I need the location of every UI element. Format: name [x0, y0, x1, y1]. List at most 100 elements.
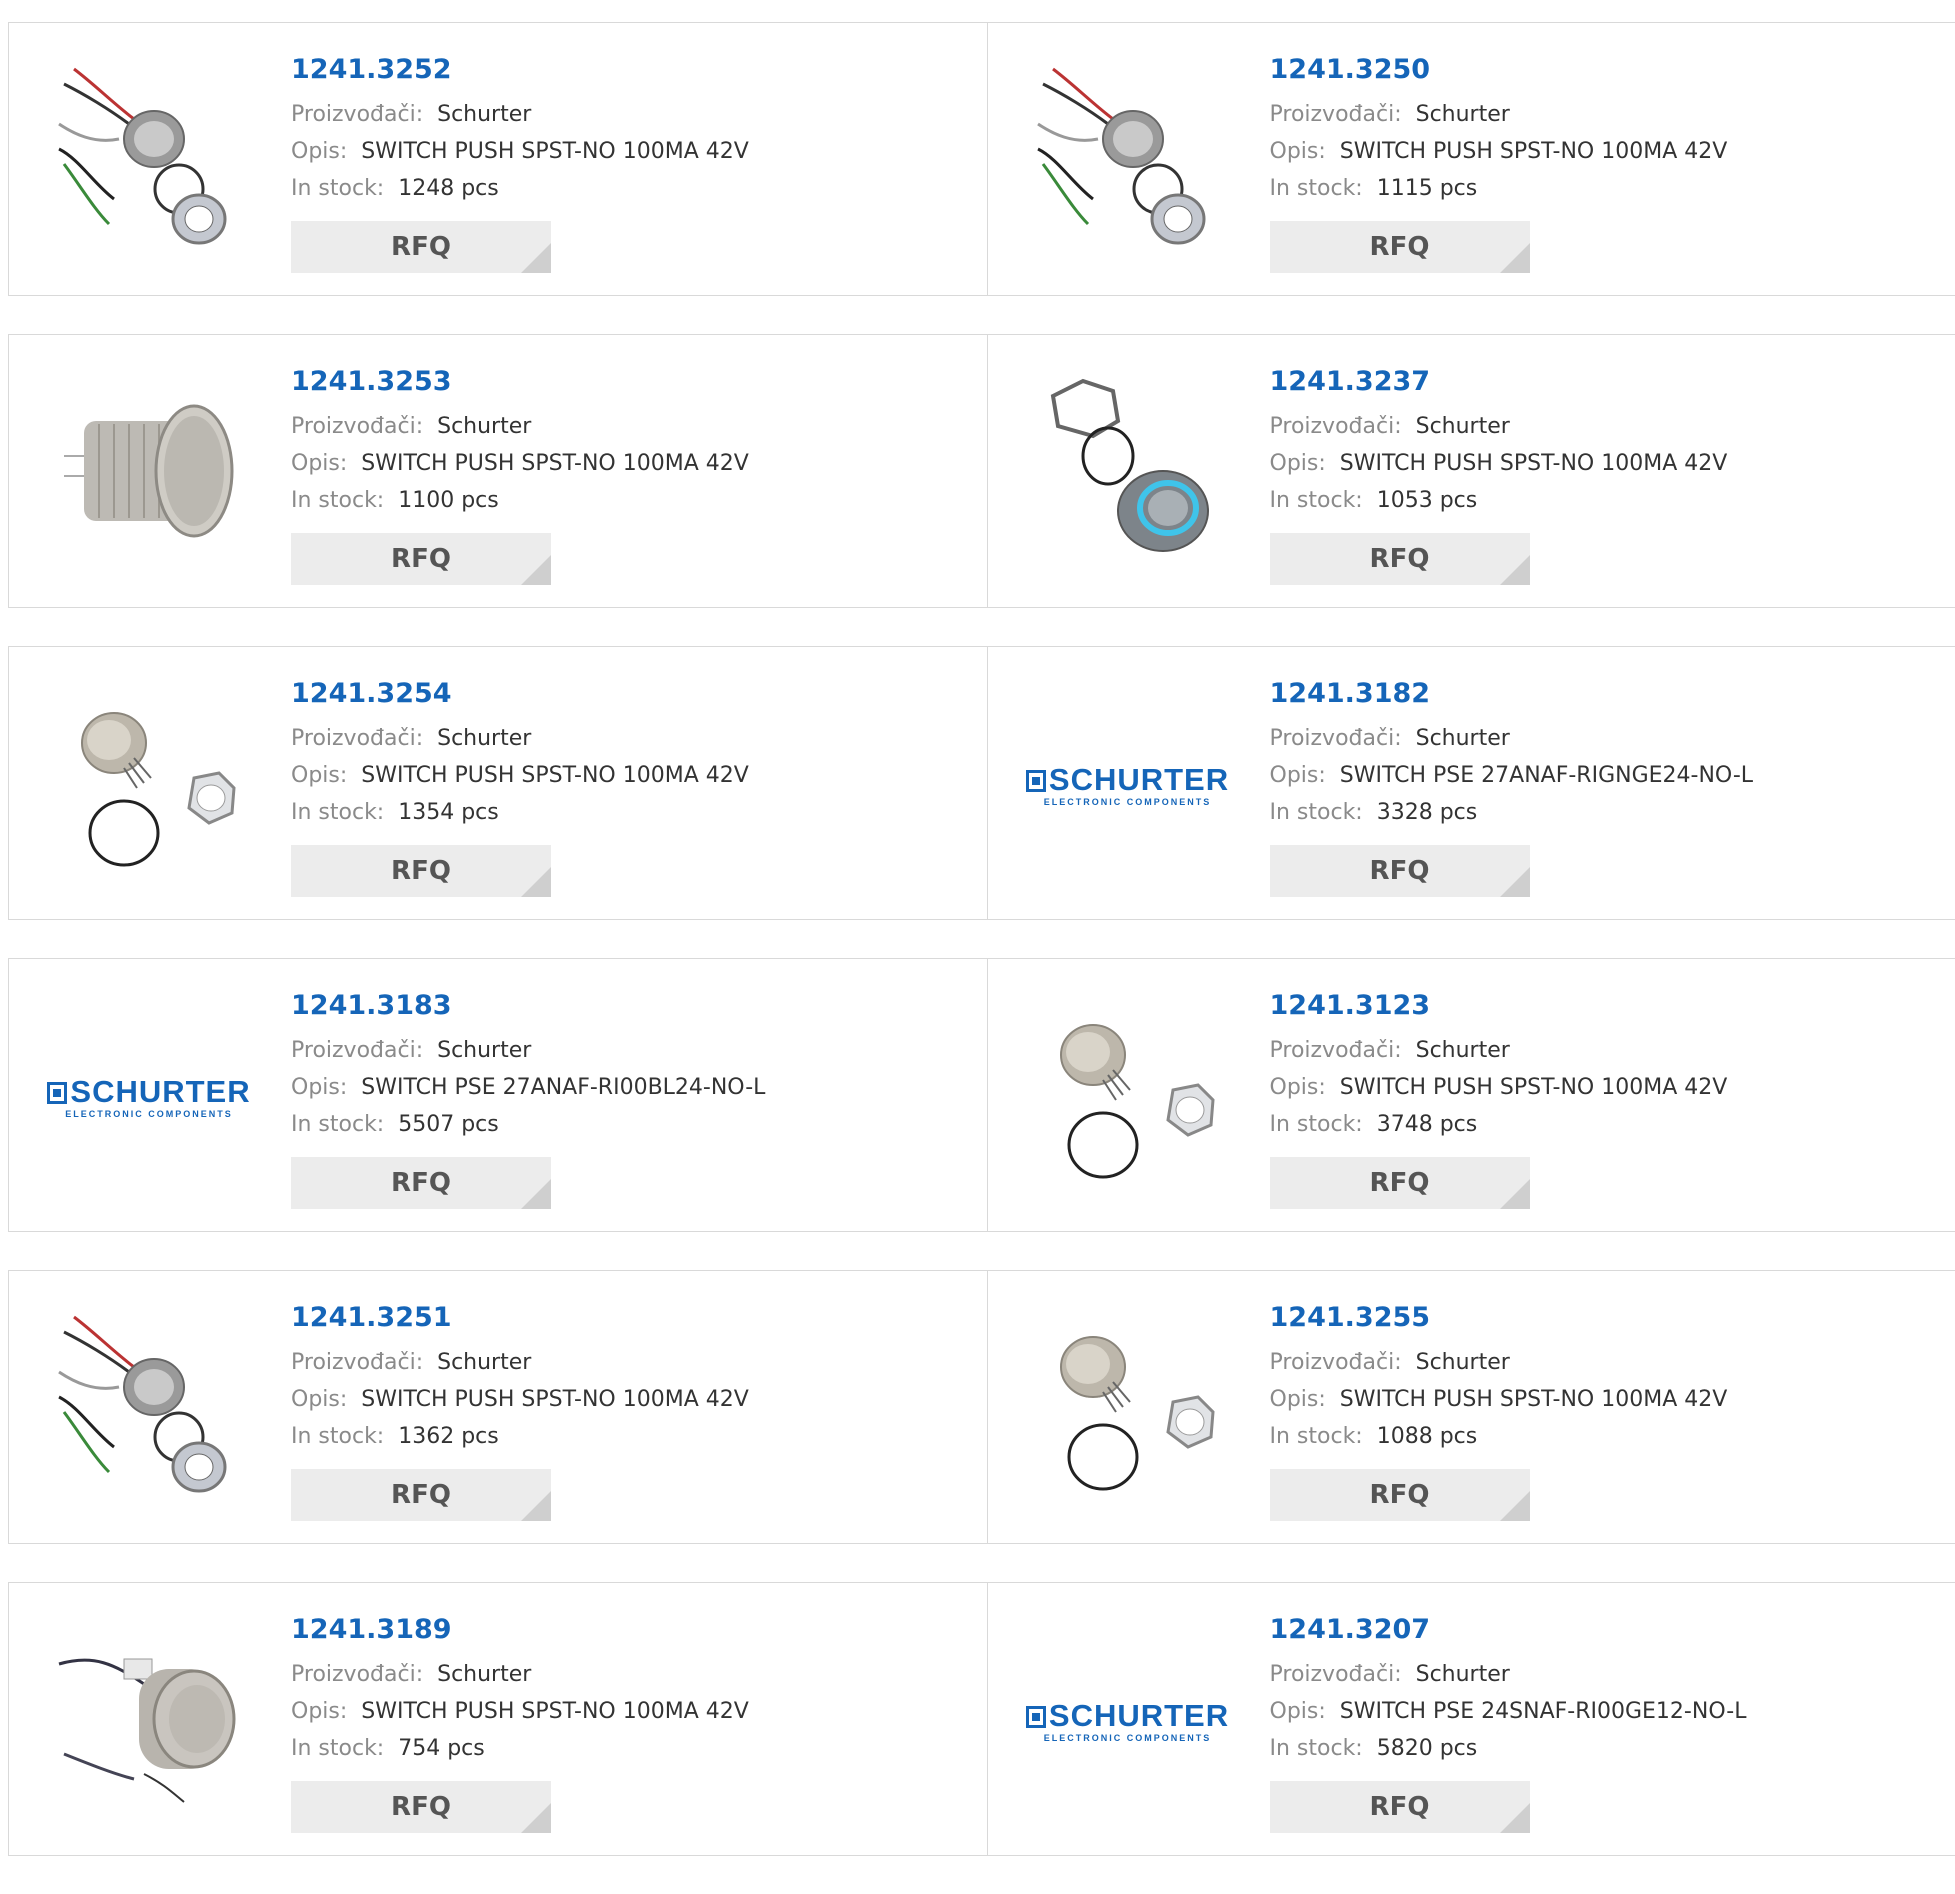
description-value: SWITCH PUSH SPST-NO 100MA 42V: [361, 763, 749, 788]
product-image[interactable]: [1028, 1309, 1228, 1509]
description-value: SWITCH PUSH SPST-NO 100MA 42V: [361, 139, 749, 164]
description-row: Opis:SWITCH PUSH SPST-NO 100MA 42V: [291, 445, 749, 482]
description-label: Opis:: [1270, 1699, 1326, 1724]
corner-triangle-icon: [521, 1179, 551, 1209]
manufacturer-value: Schurter: [437, 1350, 531, 1375]
product-image[interactable]: [1028, 61, 1228, 261]
product-image[interactable]: [49, 685, 249, 885]
rfq-button[interactable]: RFQ: [291, 533, 551, 585]
stock-label: In stock:: [1270, 1736, 1363, 1761]
stock-row: In stock:1354 pcs: [291, 794, 749, 831]
stock-label: In stock:: [291, 176, 384, 201]
product-grid: 1241.3252 Proizvođači:Schurter Opis:SWIT…: [8, 22, 1955, 1894]
part-number-link[interactable]: 1241.3182: [1270, 675, 1754, 713]
rfq-button[interactable]: RFQ: [1270, 1469, 1530, 1521]
rfq-label: RFQ: [1370, 856, 1430, 886]
product-card: 1241.3254 Proizvođači:Schurter Opis:SWIT…: [9, 647, 987, 919]
stock-value: 1115 pcs: [1377, 176, 1478, 201]
product-info: 1241.3255 Proizvođači:Schurter Opis:SWIT…: [1270, 1299, 1728, 1521]
description-label: Opis:: [1270, 139, 1326, 164]
rfq-button[interactable]: RFQ: [291, 221, 551, 273]
product-card: 1241.3252 Proizvođači: Schurter Opis: SWIT…: [9, 23, 987, 295]
product-row: 1241.3189 Proizvođači: Schurter Opis: SWIT…: [8, 1582, 1955, 1856]
corner-triangle-icon: [1500, 867, 1530, 897]
product-card: 1241.3251 Proizvođači:Schurter Opis:SWIT…: [9, 1271, 987, 1543]
rfq-button[interactable]: RFQ: [291, 1781, 551, 1833]
stock-value: 1053 pcs: [1377, 488, 1478, 513]
manufacturer-value: Schurter: [437, 102, 531, 127]
description-row: Opis:SWITCH PSE 27ANAF-RIGNGE24-NO-L: [1270, 757, 1754, 794]
rfq-button[interactable]: RFQ: [1270, 1781, 1530, 1833]
rfq-button[interactable]: RFQ: [291, 845, 551, 897]
part-number-link[interactable]: 1241.3251: [291, 1299, 749, 1337]
part-number-link[interactable]: 1241.3123: [1270, 987, 1728, 1025]
wired-switch-icon: [54, 64, 244, 258]
description-value: SWITCH PSE 27ANAF-RI00BL24-NO-L: [361, 1075, 765, 1100]
product-image[interactable]: SCHURTER ELECTRONIC COMPONENTS: [1028, 685, 1228, 885]
product-card: 1241.3255 Proizvođači:Schurter Opis:SWIT…: [987, 1271, 1955, 1543]
schurter-s-icon: [1026, 1706, 1046, 1728]
manufacturer-value: Schurter: [437, 1038, 531, 1063]
product-info: 1241.3253 Proizvođači:Schurter Opis:SWIT…: [291, 363, 749, 585]
description-value: SWITCH PUSH SPST-NO 100MA 42V: [361, 1387, 749, 1412]
manufacturer-label: Proizvođači:: [291, 102, 423, 127]
manufacturer-value: Schurter: [1416, 102, 1510, 127]
manufacturer-value: Schurter: [1416, 1662, 1510, 1687]
description-label: Opis:: [291, 1387, 347, 1412]
rfq-button[interactable]: RFQ: [291, 1157, 551, 1209]
stock-row: In stock:754 pcs: [291, 1730, 749, 1767]
stock-value: 1088 pcs: [1377, 1424, 1478, 1449]
description-label: Opis:: [1270, 1387, 1326, 1412]
rfq-button[interactable]: RFQ: [1270, 1157, 1530, 1209]
stock-label: In stock:: [1270, 1112, 1363, 1137]
schurter-s-icon: [47, 1082, 67, 1104]
product-card: SCHURTER ELECTRONIC COMPONENTS 1241.3207…: [987, 1583, 1955, 1855]
product-image[interactable]: [1028, 997, 1228, 1197]
description-value: SWITCH PUSH SPST-NO 100MA 42V: [1340, 451, 1728, 476]
description-row: Opis:SWITCH PUSH SPST-NO 100MA 42V: [1270, 1381, 1728, 1418]
rfq-button[interactable]: RFQ: [1270, 221, 1530, 273]
product-info: 1241.3250 Proizvođači:Schurter Opis:SWIT…: [1270, 51, 1728, 273]
description-label: Opis:: [291, 139, 347, 164]
product-image[interactable]: SCHURTER ELECTRONIC COMPONENTS: [49, 997, 249, 1197]
stock-value: 3328 pcs: [1377, 800, 1478, 825]
part-number-link[interactable]: 1241.3189: [291, 1611, 749, 1649]
rfq-button[interactable]: RFQ: [291, 1469, 551, 1521]
stock-label: In stock:: [291, 800, 384, 825]
part-number-link[interactable]: 1241.3207: [1270, 1611, 1747, 1649]
rfq-button[interactable]: RFQ: [1270, 533, 1530, 585]
product-image[interactable]: [49, 373, 249, 573]
rfq-label: RFQ: [1370, 232, 1430, 262]
part-number-link[interactable]: 1241.3250: [1270, 51, 1728, 89]
part-number-link[interactable]: 1241.3253: [291, 363, 749, 401]
wired-switch-icon: [1033, 64, 1223, 258]
product-image[interactable]: [49, 1309, 249, 1509]
part-number-link[interactable]: 1241.3254: [291, 675, 749, 713]
schurter-logo: SCHURTER ELECTRONIC COMPONENTS: [1026, 763, 1229, 807]
rfq-label: RFQ: [391, 1792, 451, 1822]
manufacturer-label: Proizvođači:: [291, 1662, 423, 1687]
part-number-link[interactable]: 1241.3237: [1270, 363, 1728, 401]
product-image[interactable]: [1028, 373, 1228, 573]
description-value: SWITCH PSE 24SNAF-RI00GE12-NO-L: [1340, 1699, 1747, 1724]
wired-switch-icon: [54, 1312, 244, 1506]
corner-triangle-icon: [521, 243, 551, 273]
product-image[interactable]: SCHURTER ELECTRONIC COMPONENTS: [1028, 1621, 1228, 1821]
part-number-link[interactable]: 1241.3255: [1270, 1299, 1728, 1337]
product-image[interactable]: [49, 1621, 249, 1821]
stock-value: 5820 pcs: [1377, 1736, 1478, 1761]
description-value: SWITCH PUSH SPST-NO 100MA 42V: [361, 451, 749, 476]
corner-triangle-icon: [1500, 1179, 1530, 1209]
stock-row: In stock:1115 pcs: [1270, 170, 1728, 207]
manufacturer-row: Proizvođači:Schurter: [291, 408, 749, 445]
description-value: SWITCH PUSH SPST-NO 100MA 42V: [1340, 139, 1728, 164]
part-number-link[interactable]: 1241.3183: [291, 987, 765, 1025]
rfq-button[interactable]: RFQ: [1270, 845, 1530, 897]
corner-triangle-icon: [521, 1491, 551, 1521]
product-image[interactable]: [49, 61, 249, 261]
lit-ring-switch-icon: [1033, 376, 1223, 570]
corner-triangle-icon: [521, 867, 551, 897]
stock-row: In stock:1100 pcs: [291, 482, 749, 519]
part-number-link[interactable]: 1241.3252: [291, 51, 749, 89]
product-info: 1241.3183 Proizvođači:Schurter Opis:SWIT…: [291, 987, 765, 1209]
